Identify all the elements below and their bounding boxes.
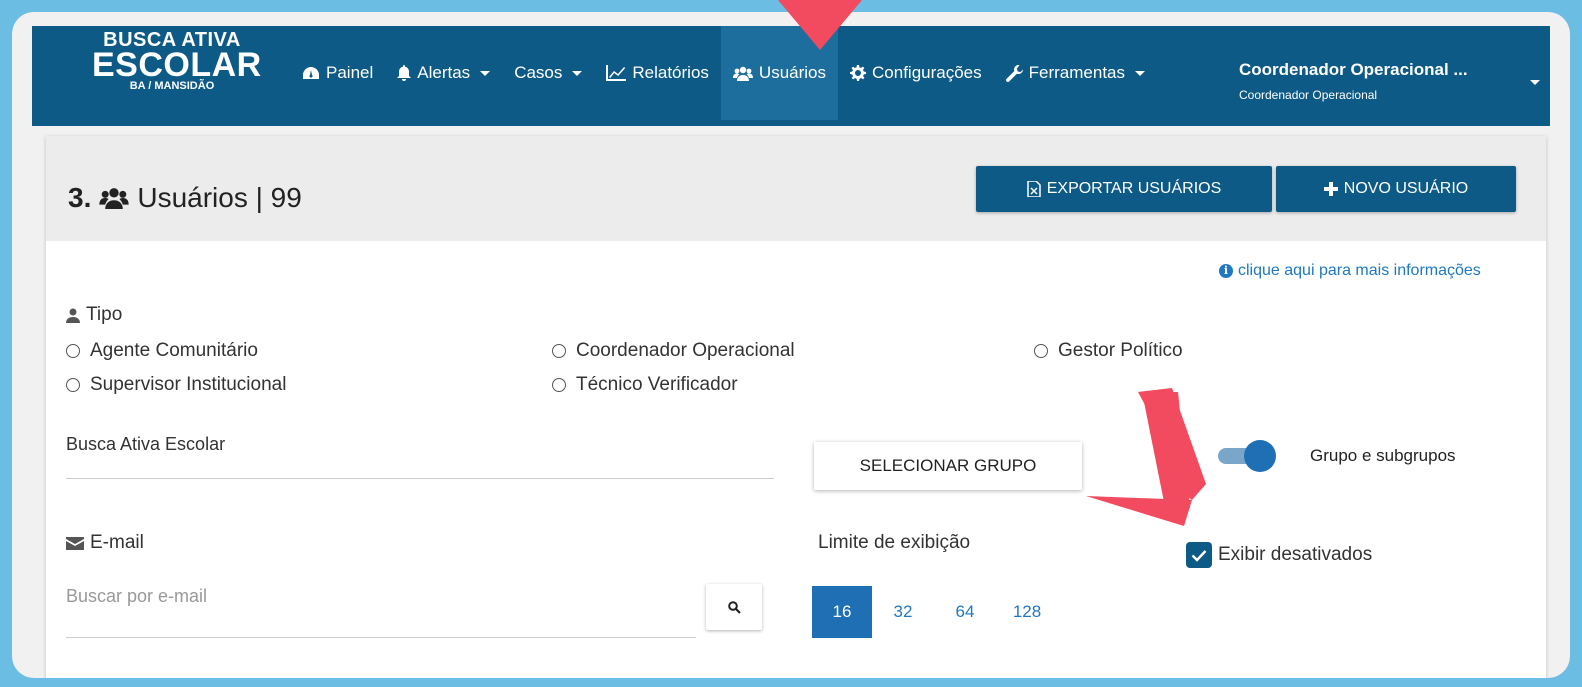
subgroups-label: Grupo e subgrupos (1310, 446, 1456, 465)
gear-icon (850, 65, 867, 81)
nav-label: Relatórios (632, 63, 709, 82)
new-user-button[interactable]: NOVO USUÁRIO (1276, 166, 1516, 212)
radio-circle-icon (66, 378, 80, 392)
subgroups-toggle[interactable] (1218, 440, 1276, 472)
user-name: Coordenador Operacional ... (1239, 60, 1468, 79)
radio-label: Técnico Verificador (576, 374, 738, 395)
nav-label: Alertas (417, 63, 471, 82)
show-disabled-label: Exibir desativados (1218, 544, 1373, 565)
users-icon (99, 188, 130, 209)
panel-header: 3. Usuários | 99 EXPORTAR USUÁRIOS NOVO … (46, 136, 1546, 241)
nav-label: Configurações (872, 63, 982, 82)
select-group-button[interactable]: SELECIONAR GRUPO (814, 442, 1082, 490)
envelope-icon (66, 536, 84, 550)
brand-logo[interactable]: BUSCA ATIVA ESCOLAR BA / MANSIDÃO (92, 30, 262, 92)
tipo-label: Tipo (66, 304, 122, 326)
radio-circle-icon (552, 344, 566, 358)
limit-pager: 16 32 64 128 (812, 586, 1058, 638)
group-field[interactable]: Busca Ativa Escolar (66, 434, 774, 479)
radio-agente-comunitario[interactable]: Agente Comunitário (66, 340, 258, 362)
users-icon (732, 66, 753, 81)
chevron-down-icon (1135, 70, 1146, 76)
chevron-down-icon (480, 70, 491, 76)
check-icon (1191, 549, 1207, 562)
new-label: NOVO USUÁRIO (1343, 180, 1469, 197)
more-info-link[interactable]: i clique aqui para mais informações (1219, 262, 1481, 280)
user-role: Coordenador Operacional (1239, 88, 1378, 102)
brand-line2: ESCOLAR (92, 46, 262, 84)
annotation-arrow-top-icon (778, 0, 862, 50)
radio-label: Agente Comunitário (90, 340, 258, 361)
nav-item-alertas[interactable]: Alertas (385, 26, 502, 120)
search-icon (727, 600, 741, 614)
limit-label: Limite de exibição (818, 532, 971, 553)
email-search-input[interactable]: Buscar por e-mail (66, 572, 696, 638)
radio-gestor-politico[interactable]: Gestor Político (1034, 340, 1183, 362)
export-users-button[interactable]: EXPORTAR USUÁRIOS (976, 166, 1272, 212)
limit-option-32[interactable]: 32 (872, 586, 934, 638)
main-nav: Painel Alertas Casos Relatórios Usuários (290, 26, 1157, 120)
plus-icon (1323, 182, 1338, 196)
limit-option-16[interactable]: 16 (812, 586, 872, 638)
email-label-text: E-mail (90, 532, 144, 553)
nav-item-painel[interactable]: Painel (290, 26, 385, 120)
chevron-down-icon (572, 70, 583, 76)
nav-item-ferramentas[interactable]: Ferramentas (994, 26, 1157, 120)
title-number: 3. (68, 182, 92, 213)
nav-item-relatorios[interactable]: Relatórios (594, 26, 721, 120)
show-disabled-checkbox[interactable] (1186, 542, 1212, 568)
toggle-knob (1244, 440, 1276, 472)
search-button[interactable] (706, 584, 762, 630)
user-icon (66, 308, 80, 323)
annotation-arrow-checkbox-icon (1086, 388, 1206, 526)
export-label: EXPORTAR USUÁRIOS (1046, 180, 1222, 197)
nav-label: Ferramentas (1028, 63, 1126, 82)
radio-label: Supervisor Institucional (90, 374, 287, 395)
wrench-icon (1005, 64, 1023, 82)
line-chart-icon (606, 65, 627, 81)
radio-label: Coordenador Operacional (576, 340, 795, 361)
radio-label: Gestor Político (1058, 340, 1183, 361)
limit-option-128[interactable]: 128 (996, 586, 1058, 638)
file-excel-icon (1026, 181, 1041, 197)
email-label: E-mail (66, 532, 144, 554)
user-menu[interactable]: Coordenador Operacional ... Coordenador … (1239, 60, 1468, 102)
show-disabled-option[interactable]: Exibir desativados (1186, 542, 1372, 568)
radio-circle-icon (552, 378, 566, 392)
radio-tecnico-verificador[interactable]: Técnico Verificador (552, 374, 738, 396)
page-title: 3. Usuários | 99 (68, 182, 302, 214)
info-icon: i (1219, 264, 1233, 278)
title-text: Usuários | 99 (137, 182, 302, 213)
radio-circle-icon (1034, 344, 1048, 358)
nav-label: Painel (326, 63, 374, 82)
nav-label: Casos (514, 63, 563, 82)
screenshot-frame: BUSCA ATIVA ESCOLAR BA / MANSIDÃO Painel… (12, 12, 1570, 678)
chevron-down-icon[interactable] (1530, 80, 1540, 85)
nav-label: Usuários (758, 63, 827, 82)
bell-icon (397, 65, 412, 81)
tipo-label-text: Tipo (86, 304, 123, 325)
info-link-label: clique aqui para mais informações (1238, 262, 1481, 279)
nav-item-casos[interactable]: Casos (502, 26, 594, 120)
users-panel: 3. Usuários | 99 EXPORTAR USUÁRIOS NOVO … (46, 136, 1546, 678)
dashboard-icon (303, 67, 319, 79)
radio-coordenador-operacional[interactable]: Coordenador Operacional (552, 340, 795, 362)
radio-supervisor-institucional[interactable]: Supervisor Institucional (66, 374, 286, 396)
radio-circle-icon (66, 344, 80, 358)
limit-option-64[interactable]: 64 (934, 586, 996, 638)
